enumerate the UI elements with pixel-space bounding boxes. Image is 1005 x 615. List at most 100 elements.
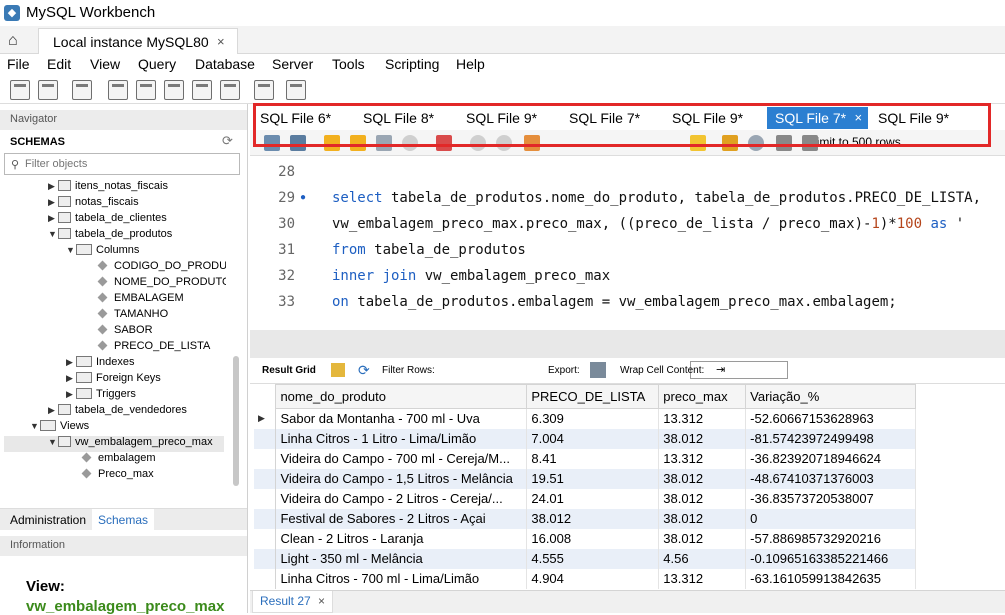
tab-result[interactable]: Result 27 × bbox=[252, 591, 334, 613]
table-cell[interactable]: Linha Citros - 700 ml - Lima/Limão bbox=[275, 568, 528, 589]
tab-administration[interactable]: Administration bbox=[10, 513, 86, 527]
row-selector[interactable] bbox=[254, 568, 277, 589]
export-icon[interactable] bbox=[590, 362, 606, 378]
tree-column[interactable]: CODIGO_DO_PRODUTO bbox=[96, 260, 226, 276]
table-cell[interactable]: Videira do Campo - 1,5 Litros - Melância bbox=[275, 468, 528, 489]
tree-view-selected[interactable]: ▼ vw_embalagem_preco_max bbox=[4, 436, 224, 452]
table-cell[interactable]: Clean - 2 Litros - Laranja bbox=[275, 528, 528, 549]
tree-table-itens-notas-fiscais[interactable]: ▶ itens_notas_fiscais bbox=[48, 180, 168, 196]
row-selector[interactable] bbox=[254, 448, 277, 469]
table-cell[interactable]: Festival de Sabores - 2 Litros - Açai bbox=[275, 508, 528, 529]
menu-database[interactable]: Database bbox=[195, 56, 255, 72]
create-function-icon[interactable] bbox=[220, 80, 240, 100]
table-cell[interactable]: -81.57423972499498 bbox=[745, 428, 916, 449]
close-icon[interactable]: × bbox=[318, 594, 325, 608]
tab-schemas[interactable]: Schemas bbox=[92, 509, 155, 531]
row-selector[interactable] bbox=[254, 468, 277, 489]
tree-triggers-folder[interactable]: ▶ Triggers bbox=[66, 388, 136, 404]
table-cell[interactable]: Sabor da Montanha - 700 ml - Uva bbox=[275, 408, 528, 429]
sql-editor[interactable]: 28 29 30 31 32 33 ● select tabela_de_pro… bbox=[250, 156, 1005, 330]
table-cell[interactable]: 4.555 bbox=[526, 548, 660, 569]
tree-columns-folder[interactable]: ▼ Columns bbox=[66, 244, 139, 260]
table-cell[interactable]: Videira do Campo - 700 ml - Cereja/M... bbox=[275, 448, 528, 469]
menu-query[interactable]: Query bbox=[138, 56, 176, 72]
table-cell[interactable]: 19.51 bbox=[526, 468, 660, 489]
table-row[interactable]: Clean - 2 Litros - Laranja 16.008 38.012 -5… bbox=[254, 528, 916, 549]
table-cell[interactable]: 13.312 bbox=[658, 408, 747, 429]
tree-views-folder[interactable]: ▼ Views bbox=[30, 420, 89, 436]
table-cell[interactable]: -36.82392071894662​4 bbox=[745, 448, 916, 469]
table-cell[interactable]: 38.012 bbox=[658, 528, 747, 549]
filter-rows-input[interactable] bbox=[690, 361, 788, 379]
navigator-scrollbar[interactable] bbox=[233, 356, 239, 486]
table-cell[interactable]: 6.309 bbox=[526, 408, 660, 429]
inspector-icon[interactable] bbox=[72, 80, 92, 100]
reconnect-icon[interactable] bbox=[286, 80, 306, 100]
table-cell[interactable]: -63.161059913842635 bbox=[745, 568, 916, 589]
table-row[interactable]: Videira do Campo - 1,5 Litros - Melância… bbox=[254, 468, 916, 489]
tree-foreign-keys-folder[interactable]: ▶ Foreign Keys bbox=[66, 372, 161, 388]
table-cell[interactable]: -0.10965163385221466 bbox=[745, 548, 916, 569]
tree-column[interactable]: PRECO_DE_LISTA bbox=[96, 340, 210, 356]
table-cell[interactable]: Videira do Campo - 2 Litros - Cereja/... bbox=[275, 488, 528, 509]
tree-table-produtos[interactable]: ▼ tabela_de_produtos bbox=[48, 228, 172, 244]
table-cell[interactable]: 4.904 bbox=[526, 568, 660, 589]
filter-objects-field[interactable]: ⚲ bbox=[4, 153, 240, 175]
table-cell[interactable]: 7.004 bbox=[526, 428, 660, 449]
column-header[interactable]: PRECO_DE_LISTA bbox=[526, 384, 660, 409]
create-schema-icon[interactable] bbox=[108, 80, 128, 100]
table-cell[interactable]: 38.012 bbox=[526, 508, 660, 529]
table-cell[interactable]: 0 bbox=[745, 508, 916, 529]
table-row[interactable]: ▶ Sabor da Montanha - 700 ml - Uva 6.309 13… bbox=[254, 408, 916, 429]
table-cell[interactable]: 13.312 bbox=[658, 568, 747, 589]
table-cell[interactable]: 4.56 bbox=[658, 548, 747, 569]
menu-file[interactable]: File bbox=[7, 56, 30, 72]
row-selector[interactable] bbox=[254, 508, 277, 529]
table-cell[interactable]: -48.67410371376003 bbox=[745, 468, 916, 489]
tree-view-column[interactable]: Preco_max bbox=[80, 468, 154, 484]
table-row[interactable]: Videira do Campo - 2 Litros - Cereja/...… bbox=[254, 488, 916, 509]
table-cell[interactable]: -52.60667153628963 bbox=[745, 408, 916, 429]
tree-table-vendedores[interactable]: ▶ tabela_de_vendedores bbox=[48, 404, 187, 420]
refresh-icon[interactable]: ⟳ bbox=[222, 133, 233, 149]
menu-server[interactable]: Server bbox=[272, 56, 313, 72]
home-icon[interactable]: ⌂ bbox=[8, 32, 18, 50]
row-selector[interactable]: ▶ bbox=[254, 408, 277, 429]
menu-tools[interactable]: Tools bbox=[332, 56, 365, 72]
table-cell[interactable]: 38.012 bbox=[658, 428, 747, 449]
tree-view-column[interactable]: embalagem bbox=[80, 452, 155, 468]
table-cell[interactable]: -36.83573720538007 bbox=[745, 488, 916, 509]
open-sql-script-icon[interactable] bbox=[38, 80, 58, 100]
connection-tab[interactable]: Local instance MySQL80 × bbox=[38, 28, 238, 54]
table-cell[interactable]: Light - 350 ml - Melância bbox=[275, 548, 528, 569]
row-selector[interactable] bbox=[254, 528, 277, 549]
table-row[interactable]: Videira do Campo - 700 ml - Cereja/M... 8… bbox=[254, 448, 916, 469]
table-cell[interactable]: 38.012 bbox=[658, 468, 747, 489]
tree-column[interactable]: NOME_DO_PRODUTO bbox=[96, 276, 226, 292]
tree-column[interactable]: EMBALAGEM bbox=[96, 292, 184, 308]
menu-scripting[interactable]: Scripting bbox=[385, 56, 439, 72]
create-view-icon[interactable] bbox=[164, 80, 184, 100]
close-icon[interactable]: × bbox=[217, 34, 225, 49]
tree-indexes-folder[interactable]: ▶ Indexes bbox=[66, 356, 135, 372]
table-row[interactable]: Linha Citros - 700 ml - Lima/Limão 4.904 1… bbox=[254, 568, 916, 589]
row-selector[interactable] bbox=[254, 428, 277, 449]
table-row[interactable]: Festival de Sabores - 2 Litros - Açai 38.… bbox=[254, 508, 916, 529]
wrap-icon[interactable]: ⇥ bbox=[716, 363, 725, 376]
grid-icon[interactable] bbox=[331, 363, 345, 377]
editor-result-splitter[interactable] bbox=[250, 330, 1005, 358]
row-selector[interactable] bbox=[254, 548, 277, 569]
tree-column[interactable]: SABOR bbox=[96, 324, 153, 340]
tree-column[interactable]: TAMANHO bbox=[96, 308, 168, 324]
table-cell[interactable]: 38.012 bbox=[658, 488, 747, 509]
row-selector[interactable] bbox=[254, 488, 277, 509]
table-cell[interactable]: 38.012 bbox=[658, 508, 747, 529]
column-header[interactable]: preco_max bbox=[658, 384, 747, 409]
menu-view[interactable]: View bbox=[90, 56, 120, 72]
table-cell[interactable]: 8.41 bbox=[526, 448, 660, 469]
tree-table-notas-fiscais[interactable]: ▶ notas_fiscais bbox=[48, 196, 139, 212]
column-header[interactable]: nome_do_produto bbox=[275, 384, 528, 409]
table-cell[interactable]: -57.886985732920216 bbox=[745, 528, 916, 549]
table-cell[interactable]: 13.312 bbox=[658, 448, 747, 469]
table-cell[interactable]: 24.01 bbox=[526, 488, 660, 509]
